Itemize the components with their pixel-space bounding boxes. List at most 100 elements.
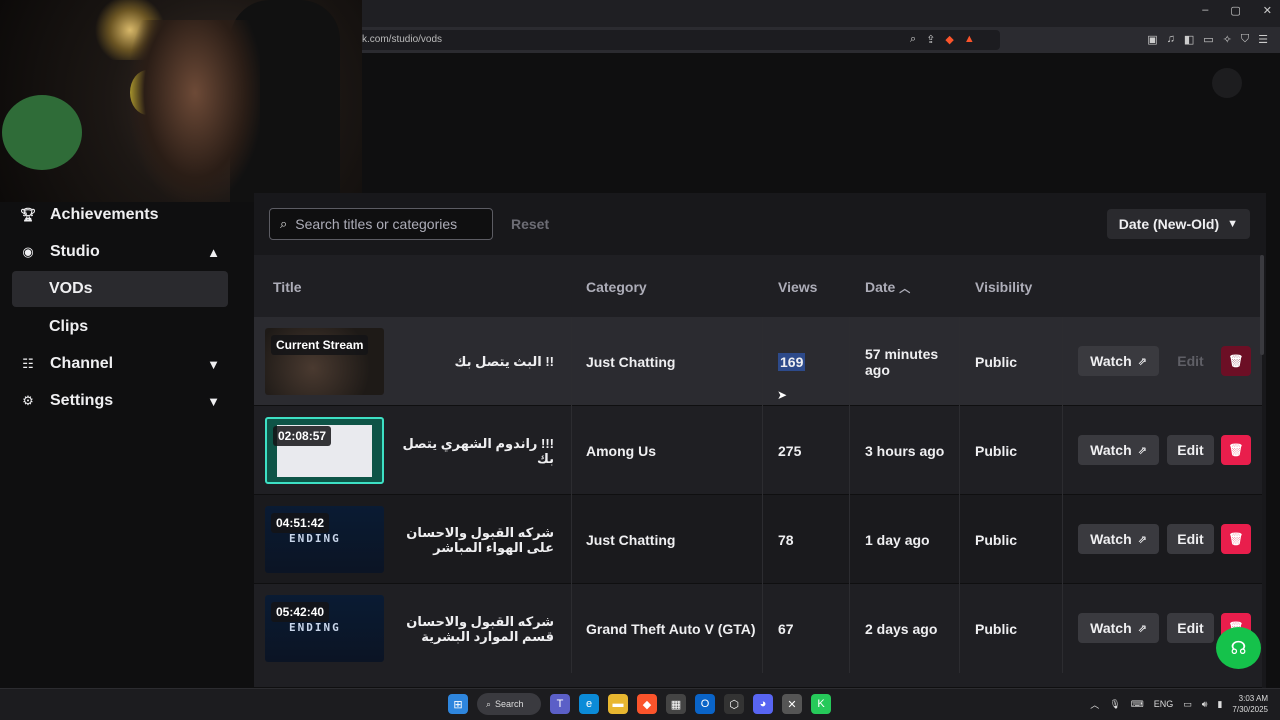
address-bar-actions: ⌕ ⇪ ◆ ▲ [910,33,975,46]
taskbar-apps: ⊞ ⌕ Search T e ▬ ◆ ▦ O ⬡ ◕ ✕ K [448,693,831,715]
sidebar-item-vods[interactable]: VODs [12,271,228,307]
sidebar-item-settings[interactable]: ⚙ Settings ▼ [12,383,228,419]
table-row[interactable]: Current Stream !! البث يتصل بك Just Chat… [254,317,1262,406]
brave-icon[interactable]: ◆ [637,694,657,714]
sidebar-item-label: Achievements [50,206,159,223]
delete-button[interactable]: 🗑︎ [1221,524,1251,554]
mic-icon[interactable]: 🎙︎ [1109,699,1120,710]
edit-button[interactable]: Edit [1167,346,1214,376]
gear-icon: ⚙ [22,393,34,408]
share-icon[interactable]: ⇪ [926,33,935,46]
language-indicator[interactable]: ENG [1154,699,1174,709]
brave-rewards-icon[interactable]: ▲ [964,33,975,46]
battery-icon[interactable]: ▮ [1217,699,1222,710]
chevron-up-icon[interactable]: ︿ [1090,698,1099,711]
watch-label: Watch [1090,353,1132,369]
column-divider [1062,495,1063,584]
edge-icon[interactable]: e [579,694,599,714]
column-title[interactable]: Title [273,279,302,295]
media-icon[interactable]: ♫ [1167,33,1175,46]
watch-button[interactable]: Watch ⇗ [1078,524,1159,554]
taskbar-search[interactable]: ⌕ Search [477,693,541,715]
leo-ai-icon[interactable]: ✧ [1223,33,1232,46]
column-date[interactable]: Date ︿ [865,279,910,296]
zoom-icon[interactable]: ⌕ [910,33,916,46]
live-badge: Current Stream [271,335,369,355]
column-visibility[interactable]: Visibility [975,279,1032,295]
capcut-icon[interactable]: ✕ [782,694,802,714]
clock[interactable]: 3:03 AM 7/30/2025 [1232,693,1268,715]
search-input[interactable]: ⌕ Search titles or categories [269,208,493,240]
maximize-button[interactable]: ▢ [1230,4,1240,17]
column-divider [849,317,850,406]
volume-icon[interactable]: 🔊︎ [1202,699,1208,710]
watch-button[interactable]: Watch ⇗ [1078,435,1159,465]
edit-button[interactable]: Edit [1167,524,1214,554]
teams-icon[interactable]: T [550,694,570,714]
browser-extensions: ▣ ♫ ◧ ▭ ✧ ⛉ ☰ [1147,33,1268,46]
column-category[interactable]: Category [586,279,647,295]
watch-button[interactable]: Watch ⇗ [1078,346,1159,376]
support-chat-button[interactable]: ☊ [1216,627,1261,669]
duration-badge: 05:42:40 [271,602,330,622]
avatar[interactable] [1212,68,1242,98]
close-window-button[interactable]: ✕ [1263,4,1272,17]
reset-button[interactable]: Reset [511,216,549,232]
delete-button[interactable]: 🗑︎ [1221,346,1251,376]
brave-shield-icon[interactable]: ◆ [945,33,953,46]
delete-button[interactable]: 🗑︎ [1221,435,1251,465]
table-scrollbar[interactable] [1260,255,1264,355]
kick-icon[interactable]: K [811,694,831,714]
vod-category: Grand Theft Auto V (GTA) [586,620,756,637]
vod-visibility: Public [975,442,1018,459]
store-icon[interactable]: ▦ [666,694,686,714]
vod-thumbnail[interactable]: 05:42:40 ENDING [265,595,384,662]
column-divider [1062,406,1063,495]
sidebar-item-studio[interactable]: ◉ Studio ▲ [12,234,228,270]
table-row[interactable]: 04:51:42 ENDING شركه القبول والاحسان على… [254,495,1262,584]
vod-title[interactable]: !! البث يتصل بك [396,317,564,406]
keyboard-icon[interactable]: ⌨ [1131,699,1144,710]
table-row[interactable]: 05:42:40 ENDING شركه القبول والاحسان قسم… [254,584,1262,688]
address-bar[interactable]: k.com/studio/vods [300,30,1000,50]
external-link-icon: ⇗ [1137,622,1147,635]
sidebar-item-channel[interactable]: ☷ Channel ▼ [12,346,228,382]
column-divider [959,495,960,584]
app-icon[interactable]: ⬡ [724,694,744,714]
wallet-icon[interactable]: ▭ [1203,33,1213,46]
vod-title[interactable]: شركه القبول والاحسان قسم الموارد البشرية [396,584,564,673]
column-divider [571,406,572,495]
vod-category: Just Chatting [586,353,676,370]
sort-dropdown[interactable]: Date (New-Old) ▼ [1106,209,1250,239]
sort-label: Date (New-Old) [1118,216,1220,232]
vod-thumbnail[interactable]: Current Stream [265,328,384,395]
search-icon: ⌕ [486,698,492,709]
start-icon[interactable]: ⊞ [448,694,468,714]
minimize-button[interactable]: – [1202,4,1208,17]
watch-button[interactable]: Watch ⇗ [1078,613,1159,643]
column-divider [849,406,850,495]
vod-title[interactable]: !!! راندوم الشهري يتصل بك [396,406,564,495]
vod-thumbnail[interactable]: 04:51:42 ENDING [265,506,384,573]
sidebar-item-clips[interactable]: Clips [12,309,228,345]
sidebar-item-achievements[interactable]: 🏆︎ Achievements [12,197,228,233]
edit-button[interactable]: Edit [1167,613,1214,643]
url-text: k.com/studio/vods [362,34,443,45]
table-row[interactable]: 02:08:57 !!! راندوم الشهري يتصل بك Among… [254,406,1262,495]
outlook-icon[interactable]: O [695,694,715,714]
vod-visibility: Public [975,531,1018,548]
file-explorer-icon[interactable]: ▬ [608,694,628,714]
vod-title[interactable]: شركه القبول والاحسان على الهواء المباشر [396,495,564,584]
tab-search-icon[interactable]: ▣ [1147,33,1157,46]
vpn-icon[interactable]: ⛉ [1241,33,1249,46]
column-views[interactable]: Views [778,279,817,295]
discord-icon[interactable]: ◕ [753,694,773,714]
menu-icon[interactable]: ☰ [1258,33,1268,46]
display-icon[interactable]: ▭ [1183,699,1192,710]
vod-thumbnail[interactable]: 02:08:57 [265,417,384,484]
edit-button[interactable]: Edit [1167,435,1214,465]
vod-category: Just Chatting [586,531,676,548]
sidebar: 🏆︎ Achievements ◉ Studio ▲ VODs Clips ☷ … [0,202,240,688]
thumbnail-text: ENDING [289,532,341,545]
sidebar-toggle-icon[interactable]: ◧ [1184,33,1194,46]
